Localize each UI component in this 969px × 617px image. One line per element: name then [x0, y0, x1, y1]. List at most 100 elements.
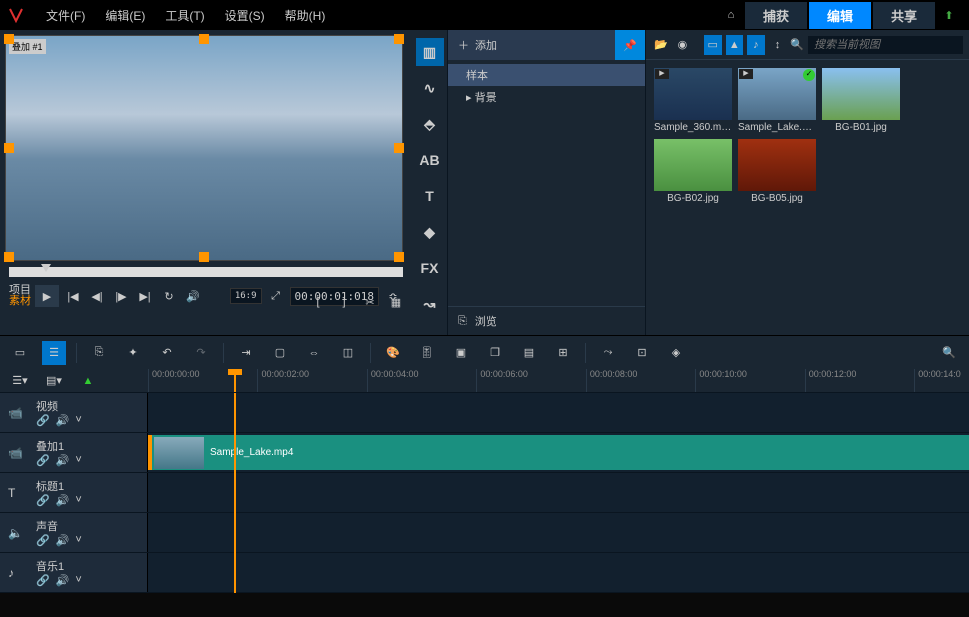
link-icon[interactable]: 🔗: [36, 574, 50, 587]
clip-edge-left[interactable]: [148, 435, 152, 470]
volume-button[interactable]: 🔊: [183, 286, 203, 306]
resize-handle-r[interactable]: [394, 143, 404, 153]
resize-handle-b[interactable]: [199, 252, 209, 262]
titles-tab-icon[interactable]: T: [416, 182, 444, 210]
frame-forward-button[interactable]: |▶: [111, 286, 131, 306]
resize-handle-l[interactable]: [4, 143, 14, 153]
library-thumb[interactable]: ▶Sample_360.mp4: [654, 68, 732, 133]
resize-handle-tr[interactable]: [394, 34, 404, 44]
link-icon[interactable]: 🔗: [36, 534, 50, 547]
grid-icon[interactable]: ⊞: [551, 341, 575, 365]
track-header[interactable]: T标题1🔗 🔊 ˅: [0, 473, 148, 512]
stretch-icon[interactable]: ⇔: [302, 341, 326, 365]
menu-tools[interactable]: 工具(T): [155, 3, 214, 28]
loop-button[interactable]: ↻: [159, 286, 179, 306]
resize-handle-t[interactable]: [199, 34, 209, 44]
mute-icon[interactable]: 🔊: [56, 454, 70, 467]
pin-icon[interactable]: 📌: [615, 30, 645, 60]
preview-canvas[interactable]: 叠加 #1: [5, 35, 403, 261]
mixer-icon[interactable]: 🎚: [415, 341, 439, 365]
marker-icon[interactable]: ⊡: [630, 341, 654, 365]
cut-icon[interactable]: ✂: [360, 292, 380, 312]
track-collapse-icon[interactable]: ▲: [76, 369, 100, 393]
transitions-tab-icon[interactable]: AB: [416, 146, 444, 174]
go-end-button[interactable]: ▶|: [135, 286, 155, 306]
expand-track-icon[interactable]: ˅: [75, 414, 81, 427]
track-header[interactable]: 📹叠加1🔗 🔊 ˅: [0, 433, 148, 472]
library-thumb[interactable]: BG-B01.jpg: [822, 68, 900, 133]
track-body[interactable]: Sample_Lake.mp4: [148, 433, 969, 472]
library-search-input[interactable]: [808, 36, 963, 54]
templates-tab-icon[interactable]: ⬘: [416, 110, 444, 138]
library-browse[interactable]: ⎘ 浏览: [448, 306, 645, 335]
link-icon[interactable]: 🔗: [36, 414, 50, 427]
timeline-ruler[interactable]: 00:00:00:0000:00:02:0000:00:04:0000:00:0…: [148, 369, 969, 392]
library-thumb[interactable]: BG-B05.jpg: [738, 139, 816, 204]
motion-icon[interactable]: ⤳: [596, 341, 620, 365]
filter-video-icon[interactable]: ▭: [704, 35, 722, 55]
track-body[interactable]: [148, 393, 969, 432]
audio-tab-icon[interactable]: ∿: [416, 74, 444, 102]
expand-track-icon[interactable]: ˅: [75, 494, 81, 507]
home-icon[interactable]: ⌂: [719, 3, 743, 27]
timeline-view-icon[interactable]: ☰: [42, 341, 66, 365]
track-body[interactable]: [148, 473, 969, 512]
aspect-ratio[interactable]: 16:9: [230, 288, 262, 304]
redo-button[interactable]: ↷: [189, 341, 213, 365]
go-start-button[interactable]: |◀: [63, 286, 83, 306]
zoom-out-icon[interactable]: 🔍: [937, 341, 961, 365]
filters-tab-icon[interactable]: FX: [416, 254, 444, 282]
play-button[interactable]: ▶: [35, 285, 59, 307]
tools-icon[interactable]: ✦: [121, 341, 145, 365]
fit-icon[interactable]: ▢: [268, 341, 292, 365]
timeline-clip[interactable]: Sample_Lake.mp4: [148, 435, 969, 470]
library-thumb[interactable]: BG-B02.jpg: [654, 139, 732, 204]
link-icon[interactable]: 🔗: [36, 494, 50, 507]
options-icon[interactable]: ▦: [386, 292, 406, 312]
media-tab-icon[interactable]: ▥: [416, 38, 444, 66]
expand-track-icon[interactable]: ˅: [75, 534, 81, 547]
expand-track-icon[interactable]: ˅: [75, 574, 81, 587]
layers-icon[interactable]: ❐: [483, 341, 507, 365]
link-icon[interactable]: 🔗: [36, 454, 50, 467]
mute-icon[interactable]: 🔊: [56, 534, 70, 547]
mask-icon[interactable]: ▣: [449, 341, 473, 365]
playhead-icon[interactable]: [234, 369, 236, 392]
mute-icon[interactable]: 🔊: [56, 414, 70, 427]
filter-photo-icon[interactable]: ▲: [726, 35, 744, 55]
mark-in-icon[interactable]: [: [308, 292, 328, 312]
library-add-button[interactable]: ＋ 添加: [448, 33, 507, 57]
paths-tab-icon[interactable]: ↝: [416, 290, 444, 318]
menu-file[interactable]: 文件(F): [36, 3, 95, 28]
track-body[interactable]: [148, 553, 969, 592]
import-icon[interactable]: 📂: [652, 35, 670, 55]
frame-back-button[interactable]: ◀|: [87, 286, 107, 306]
copy-icon[interactable]: ⎘: [87, 341, 111, 365]
snap-icon[interactable]: ⇥: [234, 341, 258, 365]
mode-edit[interactable]: 编辑: [809, 2, 871, 29]
mode-capture[interactable]: 捕获: [745, 2, 807, 29]
graphics-tab-icon[interactable]: ◆: [416, 218, 444, 246]
mode-share[interactable]: 共享: [873, 2, 935, 29]
library-thumb[interactable]: ▶✓Sample_Lake.m...: [738, 68, 816, 133]
color-icon[interactable]: 🎨: [381, 341, 405, 365]
track-header[interactable]: 📹视频🔗 🔊 ˅: [0, 393, 148, 432]
resize-handle-bl[interactable]: [4, 252, 14, 262]
expand-track-icon[interactable]: ˅: [75, 454, 81, 467]
track-visibility-icon[interactable]: ▤▾: [42, 369, 66, 393]
tree-background[interactable]: ▸ 背景: [448, 86, 645, 108]
timeline-playhead[interactable]: [234, 393, 236, 593]
undo-button[interactable]: ↶: [155, 341, 179, 365]
crop-icon[interactable]: ◫: [336, 341, 360, 365]
track-body[interactable]: [148, 513, 969, 552]
track-options-icon[interactable]: ☰▾: [8, 369, 32, 393]
track-header[interactable]: 🔈声音🔗 🔊 ˅: [0, 513, 148, 552]
mark-out-icon[interactable]: ]: [334, 292, 354, 312]
chapter-icon[interactable]: ▤: [517, 341, 541, 365]
sort-icon[interactable]: ↕: [769, 35, 787, 55]
menu-settings[interactable]: 设置(S): [215, 3, 275, 28]
resize-handle-tl[interactable]: [4, 34, 14, 44]
scrub-bar[interactable]: [9, 267, 403, 277]
mute-icon[interactable]: 🔊: [56, 574, 70, 587]
track-header[interactable]: ♪音乐1🔗 🔊 ˅: [0, 553, 148, 592]
